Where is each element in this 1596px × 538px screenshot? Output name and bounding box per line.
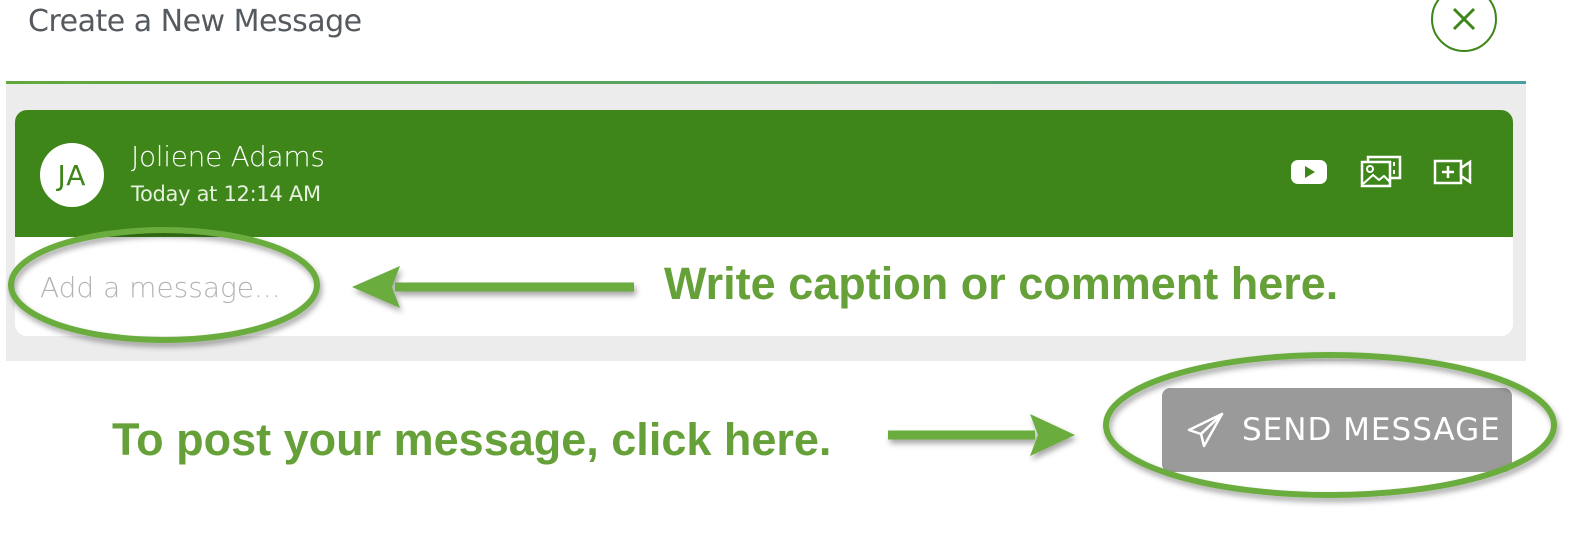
- caption-hint-annotation: Write caption or comment here.: [664, 258, 1339, 309]
- close-icon: [1452, 7, 1476, 31]
- close-button[interactable]: [1431, 0, 1497, 52]
- avatar-initials: JA: [57, 158, 87, 192]
- youtube-button[interactable]: [1289, 154, 1333, 190]
- send-hint-annotation: To post your message, click here.: [112, 414, 832, 465]
- post-header: JA Joliene Adams Today at 12:14 AM: [15, 110, 1513, 237]
- post-timestamp: Today at 12:14 AM: [131, 182, 321, 206]
- add-video-button[interactable]: [1432, 154, 1476, 190]
- dialog-title: Create a New Message: [28, 4, 362, 39]
- avatar: JA: [40, 143, 104, 207]
- message-input[interactable]: [40, 263, 640, 311]
- author-name: Joliene Adams: [131, 140, 325, 173]
- add-image-button[interactable]: [1359, 154, 1403, 190]
- arrow-to-send-button: [888, 414, 1075, 456]
- add-video-icon: [1433, 159, 1472, 185]
- youtube-icon: [1291, 160, 1327, 184]
- image-gallery-icon: [1360, 155, 1402, 188]
- paper-plane-icon: [1187, 412, 1224, 448]
- send-button-label: SEND MESSAGE: [1242, 412, 1501, 448]
- send-message-button[interactable]: SEND MESSAGE: [1162, 388, 1512, 472]
